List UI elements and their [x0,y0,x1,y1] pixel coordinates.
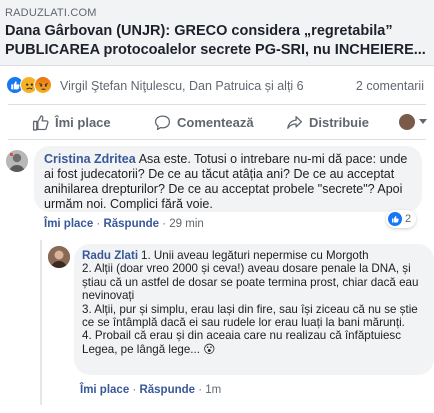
reply-line-2: 2. Alții (doar vreo 2000 și ceva!) aveau… [82,262,419,303]
link-domain: RADUZLATI.COM [5,7,97,19]
like-icon [388,212,402,226]
comment-author[interactable]: Cristina Zdritea [44,152,136,166]
comment-like-link[interactable]: Îmi place [44,218,93,230]
reply-line-3: 3. Alții, pur și simplu, erau lași din f… [82,302,418,330]
reaction-count-value: 2 [405,213,412,225]
reaction-names[interactable]: Virgil Ştefan Niţulescu, Dan Patruica și… [60,79,304,93]
reactions-summary[interactable]: Virgil Ştefan Niţulescu, Dan Patruica și… [0,70,434,100]
page-avatar[interactable] [399,114,415,130]
reply-line-1: 1. Unii aveau legături nepermise cu Morg… [141,249,369,262]
thumbs-up-icon [32,114,49,131]
link-headline[interactable]: Dana Gârbovan (UNJR): GRECO considera „r… [5,22,431,60]
comment-bubble: Cristina Zdritea Asa este. Totusi o intre… [34,146,422,212]
comment-reaction-count[interactable]: 2 [386,210,417,228]
comment-icon [154,114,171,130]
headline-line-2: PUBLICAREA protocoalelor secrete PG-SRI,… [5,42,426,58]
reaction-icons[interactable] [6,76,56,94]
comments-count[interactable]: 2 comentarii [356,79,424,93]
share-button[interactable]: Distribuie [286,111,369,133]
angry-icon [34,76,52,94]
comment-button[interactable]: Comentează [154,111,254,133]
comment-reply-link[interactable]: Răspunde [103,218,159,230]
reply-author[interactable]: Radu Zlati [82,249,138,262]
headline-line-1: Dana Gârbovan (UNJR): GRECO considera „r… [5,23,393,39]
link-preview[interactable]: RADUZLATI.COM Dana Gârbovan (UNJR): GREC… [0,0,434,66]
like-button-label: Îmi place [55,114,111,130]
comment-meta: Îmi place · Răspunde · 29 min [44,218,204,230]
reply-time[interactable]: 1m [205,384,221,396]
reply-reply-link[interactable]: Răspunde [139,384,195,396]
chevron-down-icon[interactable] [419,119,427,124]
avatar[interactable] [48,246,70,268]
post-action-bar: Îmi place Comentează Distribuie [8,104,427,140]
like-button[interactable]: Îmi place [32,111,111,133]
reply-line-4: 4. Probail că erau și din aceaia care nu… [82,329,402,356]
avatar[interactable] [6,150,28,172]
share-arrow-icon [287,115,303,129]
reply-like-link[interactable]: Îmi place [80,384,129,396]
reply-bubble: Radu Zlati 1. Unii aveau legături nepermi… [74,244,434,375]
comment-button-label: Comentează [177,114,254,130]
reply-thread-line [40,240,42,405]
comment-time[interactable]: 29 min [169,218,204,230]
reply-meta: Îmi place · Răspunde · 1m [80,384,222,396]
share-button-label: Distribuie [309,114,369,130]
